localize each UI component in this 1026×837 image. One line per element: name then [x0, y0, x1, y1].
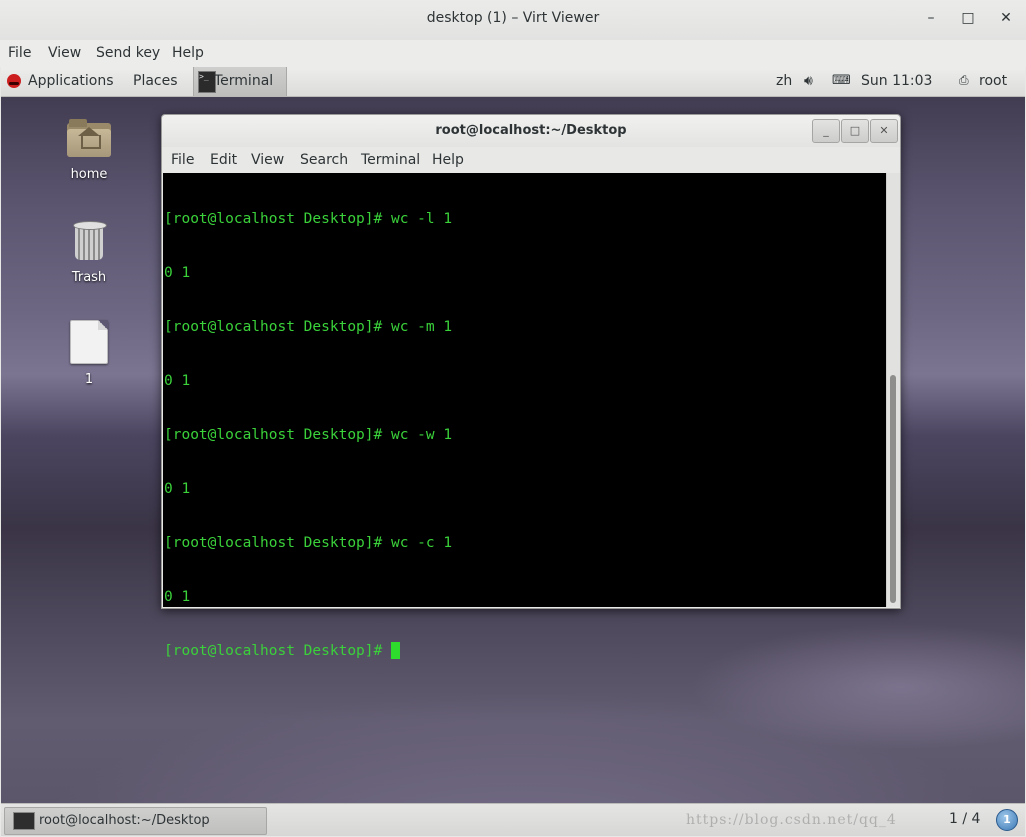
places-menu[interactable]: Places — [133, 73, 178, 89]
terminal-line: 0 1 — [164, 481, 191, 497]
terminal-scrollbar[interactable] — [886, 173, 900, 607]
terminal-line: 0 1 — [164, 373, 191, 389]
terminal-output[interactable]: [root@localhost Desktop]# wc -l 1 0 1 [r… — [163, 173, 886, 659]
terminal-line: [root@localhost Desktop]# wc -w 1 — [164, 427, 453, 443]
terminal-minimize-button[interactable]: _ — [812, 119, 840, 143]
terminal-menu-edit[interactable]: Edit — [210, 152, 237, 168]
desktop-icon-label: home — [70, 167, 108, 182]
terminal-menubar: File Edit View Search Terminal Help — [162, 147, 900, 173]
terminal-title: root@localhost:~/Desktop — [435, 123, 627, 138]
viewer-menu-view[interactable]: View — [48, 45, 81, 61]
terminal-prompt-line: [root@localhost Desktop]# — [164, 642, 886, 660]
text-cursor — [390, 642, 400, 659]
terminal-titlebar[interactable]: root@localhost:~/Desktop _ □ ✕ — [162, 115, 900, 147]
viewer-menu-file[interactable]: File — [8, 45, 31, 61]
input-language[interactable]: zh — [776, 73, 792, 89]
terminal-line: [root@localhost Desktop]# wc -l 1 — [164, 211, 453, 227]
window-list-label: root@localhost:~/Desktop — [39, 813, 210, 828]
home-folder-icon — [67, 119, 111, 157]
applications-menu[interactable]: Applications — [28, 73, 114, 89]
terminal-maximize-button[interactable]: □ — [841, 119, 869, 143]
scrollbar-thumb[interactable] — [890, 375, 896, 603]
bottom-panel: root@localhost:~/Desktop https://blog.cs… — [1, 803, 1025, 836]
terminal-window: root@localhost:~/Desktop _ □ ✕ File Edit… — [161, 114, 901, 659]
viewer-title: desktop (1) – Virt Viewer — [426, 10, 600, 26]
desktop-icon-trash[interactable]: Trash — [49, 218, 129, 285]
terminal-close-button[interactable]: ✕ — [870, 119, 898, 143]
user-icon: ⎙ — [959, 73, 969, 87]
viewer-menu-help[interactable]: Help — [172, 45, 204, 61]
terminal-task-button[interactable]: >_ Terminal — [193, 67, 287, 96]
network-icon[interactable]: ⌨︎ — [832, 73, 851, 88]
terminal-line: [root@localhost Desktop]# wc -c 1 — [164, 535, 453, 551]
terminal-menu-terminal[interactable]: Terminal — [361, 152, 420, 168]
watermark: https://blog.csdn.net/qq_4 — [686, 812, 897, 828]
top-panel: Applications Places >_ Terminal zh 🔊︎ ⌨︎… — [1, 67, 1025, 97]
terminal-icon — [13, 812, 35, 830]
close-button[interactable]: ✕ — [994, 10, 1018, 30]
file-icon — [70, 320, 108, 364]
terminal-menu-file[interactable]: File — [171, 152, 194, 168]
trash-icon — [71, 218, 107, 262]
clock[interactable]: Sun 11:03 — [861, 73, 932, 89]
terminal-prompt: [root@localhost Desktop]# — [164, 643, 391, 659]
window-list-item-terminal[interactable]: root@localhost:~/Desktop — [4, 807, 267, 835]
terminal-menu-search[interactable]: Search — [300, 152, 348, 168]
viewer-menubar: File View Send key Help — [0, 40, 1026, 67]
terminal-line: 0 1 — [164, 589, 191, 605]
guest-desktop: Applications Places >_ Terminal zh 🔊︎ ⌨︎… — [1, 67, 1025, 836]
terminal-task-label: Terminal — [214, 73, 274, 89]
terminal-menu-view[interactable]: View — [251, 152, 284, 168]
notification-badge[interactable]: 1 — [996, 809, 1018, 831]
redhat-logo-icon — [7, 74, 21, 88]
terminal-line: 0 1 — [164, 265, 191, 281]
viewer-titlebar: desktop (1) – Virt Viewer – □ ✕ — [0, 0, 1026, 41]
desktop-icon-file-1[interactable]: 1 — [49, 320, 129, 387]
desktop-icon-label: Trash — [71, 270, 107, 285]
terminal-menu-help[interactable]: Help — [432, 152, 464, 168]
terminal-line: [root@localhost Desktop]# wc -m 1 — [164, 319, 453, 335]
minimize-button[interactable]: – — [919, 10, 943, 30]
desktop-icon-label: 1 — [84, 372, 94, 387]
maximize-button[interactable]: □ — [956, 10, 980, 30]
viewer-menu-send-key[interactable]: Send key — [96, 45, 160, 61]
desktop-icon-home[interactable]: home — [49, 119, 129, 182]
volume-icon[interactable]: 🔊︎ — [804, 73, 813, 89]
user-menu[interactable]: root — [979, 73, 1007, 89]
workspace-indicator[interactable]: 1 / 4 — [949, 811, 980, 827]
